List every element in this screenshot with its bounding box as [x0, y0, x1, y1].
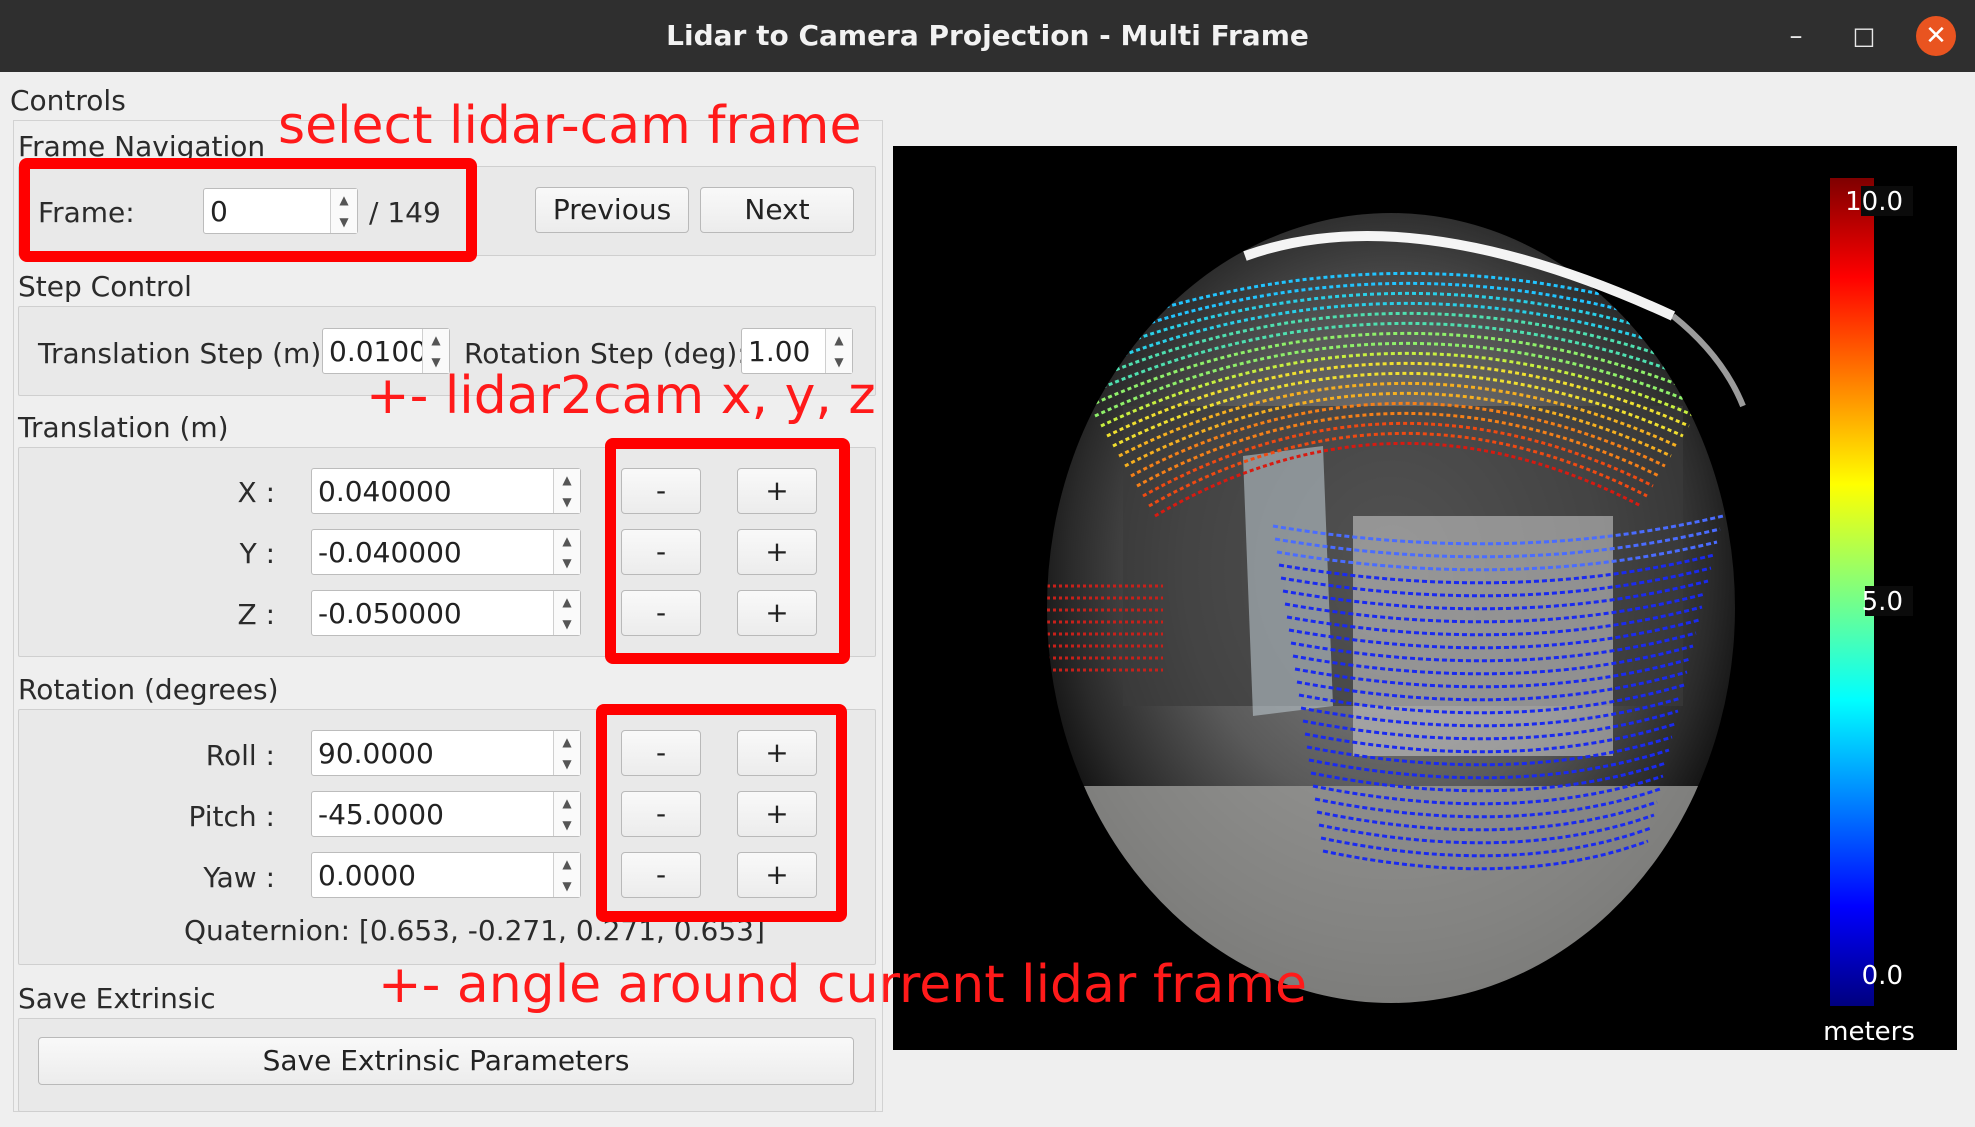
spin-up-icon[interactable]: ▲ [554, 731, 580, 753]
translation-z-spinbox[interactable]: -0.050000 ▲ ▼ [311, 590, 581, 636]
spin-down-icon[interactable]: ▼ [554, 875, 580, 897]
spin-up-icon[interactable]: ▲ [554, 792, 580, 814]
translation-x-value: 0.040000 [318, 475, 452, 508]
translation-x-spinbox[interactable]: 0.040000 ▲ ▼ [311, 468, 581, 514]
spin-up-icon[interactable]: ▲ [554, 469, 580, 491]
minimize-icon[interactable]: – [1778, 18, 1814, 54]
translation-title: Translation (m) [18, 411, 229, 444]
translation-annotation-text: +- lidar2cam x, y, z [366, 366, 876, 426]
rotation-annotation-text: +- angle around current lidar frame [378, 955, 1308, 1015]
translation-y-value: -0.040000 [318, 536, 462, 569]
colorbar-min-label: 0.0 [1862, 961, 1903, 991]
spin-arrows: ▲ ▼ [553, 530, 580, 574]
spin-arrows: ▲ ▼ [553, 853, 580, 897]
roll-label: Roll : [205, 739, 275, 772]
spin-up-icon[interactable]: ▲ [554, 591, 580, 613]
spin-arrows: ▲ ▼ [553, 591, 580, 635]
translation-z-value: -0.050000 [318, 597, 462, 630]
window-title: Lidar to Camera Projection - Multi Frame [666, 19, 1309, 52]
colorbar-max-label: 10.0 [1845, 187, 1903, 217]
spin-down-icon[interactable]: ▼ [554, 552, 580, 574]
translation-z-label: Z : [237, 598, 275, 631]
controls-title: Controls [10, 84, 126, 117]
close-icon[interactable]: ✕ [1916, 16, 1956, 56]
pitch-label: Pitch : [188, 800, 275, 833]
next-button[interactable]: Next [700, 187, 854, 233]
pitch-value: -45.0000 [318, 798, 444, 831]
rotation-annotation-box [596, 704, 847, 922]
spin-up-icon[interactable]: ▲ [554, 853, 580, 875]
yaw-spinbox[interactable]: 0.0000 ▲ ▼ [311, 852, 581, 898]
translation-y-label: Y : [239, 537, 275, 570]
colorbar: 10.0 5.0 0.0 meters [1823, 178, 1915, 1047]
frame-annotation-text: select lidar-cam frame [278, 96, 862, 156]
yaw-value: 0.0000 [318, 859, 416, 892]
colorbar-mid-label: 5.0 [1862, 587, 1903, 617]
spin-arrows: ▲ ▼ [553, 469, 580, 513]
translation-x-label: X : [237, 476, 275, 509]
spin-arrows: ▲ ▼ [553, 792, 580, 836]
pitch-spinbox[interactable]: -45.0000 ▲ ▼ [311, 791, 581, 837]
save-extrinsic-button[interactable]: Save Extrinsic Parameters [38, 1037, 854, 1085]
projection-image: 10.0 5.0 0.0 meters [1047, 178, 1915, 1047]
yaw-label: Yaw : [203, 861, 275, 894]
spin-up-icon[interactable]: ▲ [554, 530, 580, 552]
translation-annotation-box [605, 438, 850, 664]
step-control-title: Step Control [18, 270, 192, 303]
spin-arrows: ▲ ▼ [553, 731, 580, 775]
translation-y-spinbox[interactable]: -0.040000 ▲ ▼ [311, 529, 581, 575]
spin-down-icon[interactable]: ▼ [554, 491, 580, 513]
roll-spinbox[interactable]: 90.0000 ▲ ▼ [311, 730, 581, 776]
rotation-title: Rotation (degrees) [18, 673, 279, 706]
spin-down-icon[interactable]: ▼ [554, 814, 580, 836]
maximize-icon[interactable]: □ [1846, 18, 1882, 54]
spin-down-icon[interactable]: ▼ [554, 613, 580, 635]
save-extrinsic-title: Save Extrinsic [18, 982, 216, 1015]
frame-annotation-box [19, 158, 477, 262]
spin-up-icon[interactable]: ▲ [423, 329, 449, 351]
spin-down-icon[interactable]: ▼ [554, 753, 580, 775]
translation-step-label: Translation Step (m): [38, 337, 331, 370]
previous-button[interactable]: Previous [535, 187, 689, 233]
colorbar-unit-label: meters [1823, 1017, 1915, 1047]
roll-value: 90.0000 [318, 737, 434, 770]
spin-up-icon[interactable]: ▲ [826, 329, 852, 351]
projection-viewer: 10.0 5.0 0.0 meters [893, 146, 1957, 1050]
